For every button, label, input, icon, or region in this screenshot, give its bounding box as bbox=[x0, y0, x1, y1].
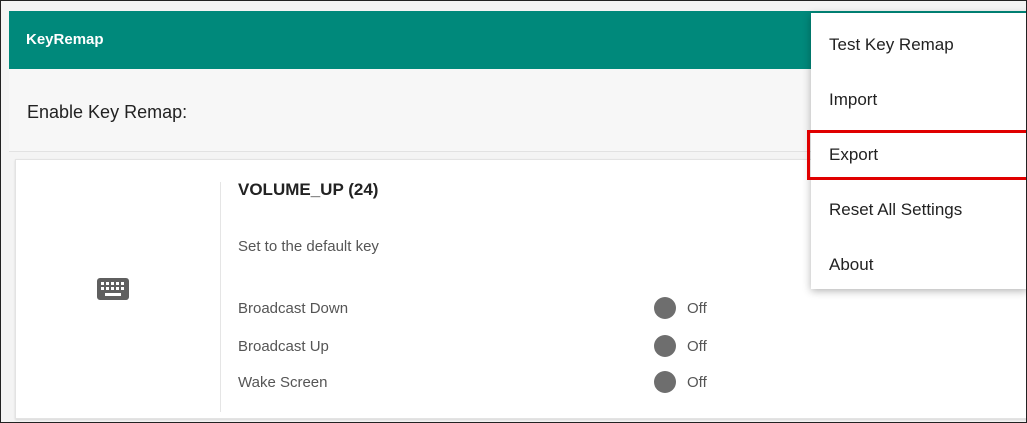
broadcast-up-toggle[interactable] bbox=[654, 335, 676, 357]
wake-screen-toggle[interactable] bbox=[654, 371, 676, 393]
menu-item-label: Test Key Remap bbox=[829, 35, 954, 54]
app-window: KeyRemap Enable Key Remap: VOLUME_UP (24… bbox=[0, 0, 1027, 423]
menu-item-label: About bbox=[829, 255, 874, 274]
keyboard-icon bbox=[97, 278, 129, 300]
menu-item-import[interactable]: Import bbox=[811, 76, 1026, 120]
broadcast-down-toggle[interactable] bbox=[654, 297, 676, 319]
menu-item-about[interactable]: About bbox=[811, 241, 1026, 285]
broadcast-down-state: Off bbox=[687, 300, 707, 317]
card-divider bbox=[220, 182, 221, 412]
option-broadcast-up-label: Broadcast Up bbox=[238, 338, 329, 355]
option-broadcast-down-label: Broadcast Down bbox=[238, 300, 349, 317]
menu-item-reset-all-settings[interactable]: Reset All Settings bbox=[811, 186, 1026, 230]
menu-item-label: Reset All Settings bbox=[829, 200, 963, 219]
key-name: VOLUME_UP (24) bbox=[238, 180, 379, 199]
option-wake-screen-label: Wake Screen bbox=[238, 374, 328, 391]
wake-screen-state: Off bbox=[687, 374, 707, 391]
menu-item-label: Import bbox=[829, 90, 878, 109]
enable-key-remap-label: Enable Key Remap: bbox=[27, 102, 188, 122]
menu-item-test-key-remap[interactable]: Test Key Remap bbox=[811, 21, 1026, 65]
broadcast-up-state: Off bbox=[687, 338, 707, 355]
export-highlight-box bbox=[807, 130, 1026, 180]
key-subtitle: Set to the default key bbox=[238, 238, 379, 255]
app-title: KeyRemap bbox=[26, 31, 104, 48]
